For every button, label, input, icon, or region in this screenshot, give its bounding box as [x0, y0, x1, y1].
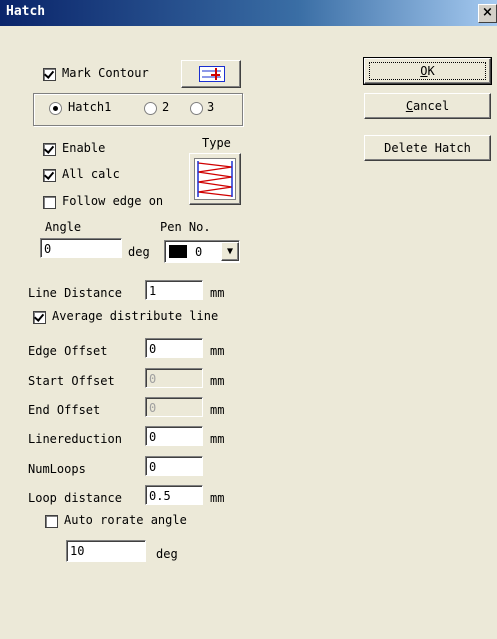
all-calc-checkbox[interactable] [43, 169, 56, 182]
cancel-mnemonic: C [405, 99, 414, 113]
hatch-type-button[interactable] [189, 153, 241, 205]
pen-value: 0 [195, 245, 203, 259]
edge-offset-label: Edge Offset [28, 344, 108, 358]
loop-distance-input[interactable]: 0.5 [145, 485, 203, 505]
follow-edge-checkbox[interactable] [43, 196, 56, 209]
follow-edge-label: Follow edge on [62, 194, 164, 208]
numloops-label: NumLoops [28, 462, 86, 476]
start-offset-label: Start Offset [28, 374, 115, 388]
close-button[interactable]: × [478, 4, 497, 23]
edge-offset-unit: mm [210, 344, 225, 358]
numloops-input[interactable]: 0 [145, 456, 203, 476]
hatch2-radio[interactable] [144, 102, 157, 115]
linereduction-label: Linereduction [28, 432, 122, 446]
linereduction-input[interactable]: 0 [145, 426, 203, 446]
line-distance-unit: mm [210, 286, 225, 300]
hatch1-label: Hatch1 [68, 100, 112, 114]
cancel-button[interactable]: Cancel [364, 93, 491, 119]
edge-offset-input[interactable]: 0 [145, 338, 203, 358]
mark-contour-label: Mark Contour [62, 66, 149, 80]
mark-contour-checkbox[interactable] [43, 68, 56, 81]
hatch3-radio[interactable] [190, 102, 203, 115]
end-offset-unit: mm [210, 403, 225, 417]
window-title: Hatch [6, 4, 46, 19]
auto-rotate-checkbox[interactable] [45, 515, 58, 528]
average-distribute-checkbox[interactable] [33, 311, 46, 324]
rotate-angle-input[interactable]: 10 [66, 540, 146, 562]
pen-select[interactable]: 0 ▼ [164, 240, 240, 263]
angle-input[interactable]: 0 [40, 238, 122, 258]
enable-label: Enable [62, 141, 106, 155]
pen-label: Pen No. [160, 220, 211, 234]
delete-hatch-button[interactable]: Delete Hatch [364, 135, 491, 161]
loop-distance-label: Loop distance [28, 491, 122, 505]
angle-unit: deg [128, 245, 150, 259]
angle-label: Angle [45, 220, 82, 234]
linereduction-unit: mm [210, 432, 225, 446]
focus-rect [369, 62, 486, 80]
loop-distance-unit: mm [210, 491, 225, 505]
zigzag-hatch-icon [194, 158, 236, 200]
average-distribute-label: Average distribute line [52, 309, 219, 323]
contour-pen-icon [199, 66, 225, 82]
end-offset-input[interactable]: 0 [145, 397, 203, 417]
cancel-label-rest: ancel [413, 99, 450, 113]
hatch1-radio[interactable] [49, 102, 62, 115]
all-calc-label: All calc [62, 167, 120, 181]
start-offset-input[interactable]: 0 [145, 368, 203, 388]
auto-rotate-label: Auto rorate angle [64, 513, 187, 527]
pen-color-swatch [169, 245, 187, 258]
title-bar [0, 0, 497, 26]
ok-button[interactable]: OK [363, 57, 492, 85]
start-offset-unit: mm [210, 374, 225, 388]
hatch3-label: 3 [207, 100, 215, 114]
contour-pen-button[interactable] [181, 60, 241, 88]
enable-checkbox[interactable] [43, 143, 56, 156]
rotate-angle-unit: deg [156, 547, 178, 561]
type-label: Type [202, 136, 231, 150]
line-distance-input[interactable]: 1 [145, 280, 203, 300]
line-distance-label: Line Distance [28, 286, 122, 300]
hatch2-label: 2 [162, 100, 170, 114]
end-offset-label: End Offset [28, 403, 101, 417]
pen-dropdown-arrow[interactable]: ▼ [221, 242, 239, 261]
